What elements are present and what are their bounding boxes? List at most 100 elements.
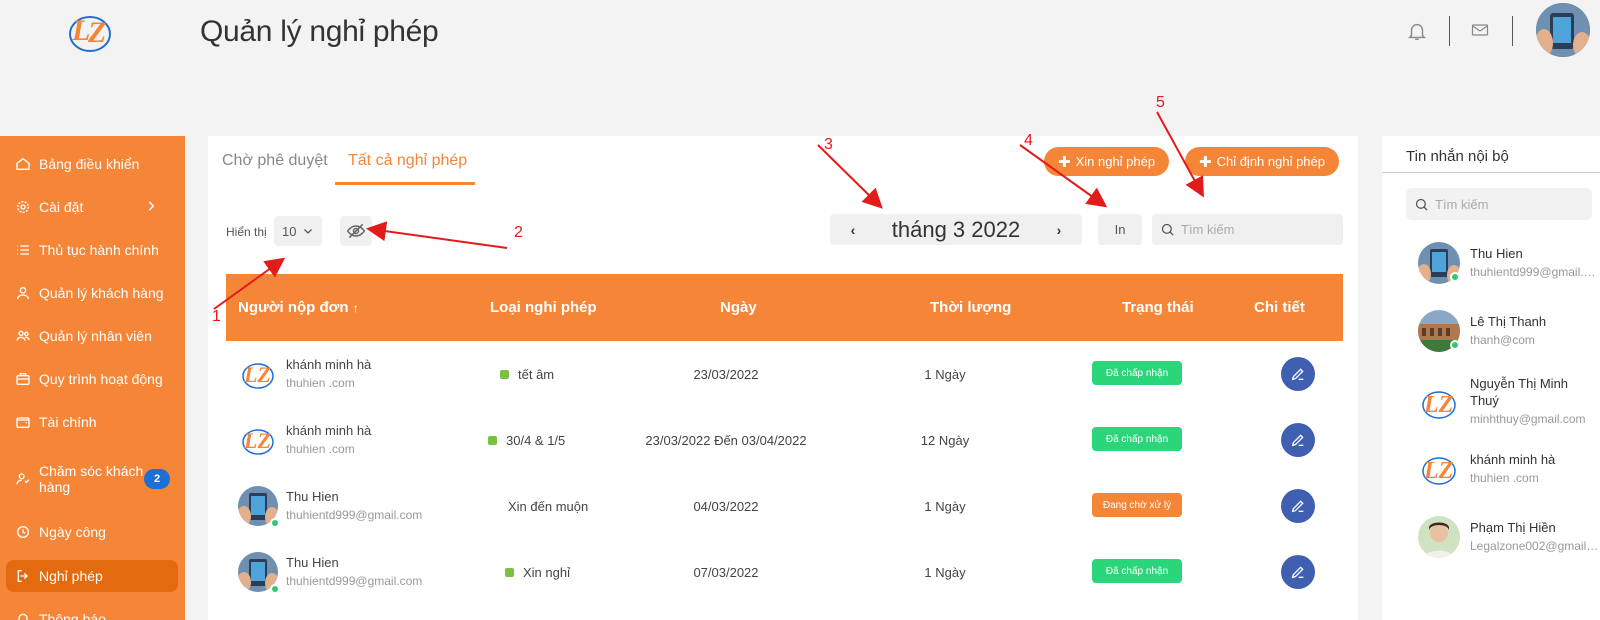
contact-name: Phạm Thị Hiền	[1470, 520, 1556, 535]
search-box	[1152, 214, 1343, 245]
contact-email: thanh@com	[1470, 333, 1535, 347]
leave-duration: 12 Ngày	[920, 433, 970, 448]
leave-duration: 1 Ngày	[924, 565, 966, 580]
pencil-icon	[1291, 566, 1304, 579]
contact-email: thuhien .com	[1470, 471, 1539, 485]
sidebar-item-label: Ngày công	[39, 524, 106, 540]
toggle-columns-button[interactable]	[340, 216, 372, 246]
leave-date: 07/03/2022	[693, 565, 759, 580]
sidebar-item-admin-procedures[interactable]: Thủ tục hành chính	[6, 234, 178, 266]
company-logo: L Z	[66, 8, 116, 56]
edit-button[interactable]	[1281, 357, 1315, 391]
wallet-icon	[16, 417, 30, 428]
chat-search-input[interactable]	[1435, 196, 1585, 212]
leave-type-dot	[488, 436, 497, 445]
tab-all-leave[interactable]: Tất cả nghỉ phép	[348, 152, 467, 170]
chat-contact[interactable]: Lê Thị Thanh thanh@com	[1418, 310, 1600, 370]
status-badge: Đang chờ xử lý	[1092, 493, 1182, 517]
sidebar-item-label: Bảng điều khiển	[39, 156, 140, 172]
print-button[interactable]: In	[1098, 214, 1142, 245]
next-month-button[interactable]: ›	[1044, 214, 1074, 245]
chat-contact[interactable]: LZ khánh minh hà thuhien .com	[1418, 448, 1600, 508]
svg-text:LZ: LZ	[1423, 458, 1454, 484]
svg-text:Z: Z	[87, 16, 106, 49]
chat-title: Tin nhắn nội bộ	[1406, 148, 1509, 165]
eye-off-icon	[346, 223, 366, 239]
pencil-icon	[1291, 434, 1304, 447]
chat-search-box	[1406, 188, 1592, 220]
pencil-icon	[1291, 368, 1304, 381]
status-badge: Đã chấp nhận	[1092, 427, 1182, 451]
edit-button[interactable]	[1281, 489, 1315, 523]
request-leave-button[interactable]: ✚ Xin nghỉ phép	[1044, 147, 1170, 176]
table-row: LZ khánh minh hà thuhien .com 30/4 & 1/5…	[226, 406, 1343, 473]
chevron-right-icon	[148, 201, 155, 211]
applicant-email: thuhientd999@gmail.com	[286, 574, 423, 588]
sidebar-item-label: Tài chính	[39, 414, 97, 430]
sidebar-item-workflow[interactable]: Quy trình hoạt động	[6, 363, 178, 395]
contact-email: thuhientd999@gmail.com	[1470, 265, 1600, 279]
chevron-down-icon	[304, 229, 312, 234]
svg-text:LZ: LZ	[1423, 392, 1454, 418]
assign-leave-button[interactable]: ✚ Chỉ định nghỉ phép	[1185, 147, 1339, 176]
sidebar-item-customer-care[interactable]: Chăm sóc khách hàng 2	[6, 458, 178, 500]
table-row: LZ khánh minh hà thuhien .com tết âm 23/…	[226, 340, 1343, 407]
pencil-icon	[1291, 500, 1304, 513]
contact-avatar: LZ	[1418, 382, 1460, 424]
leave-date: 04/03/2022	[693, 499, 759, 514]
chat-contact[interactable]: Phạm Thị Hiền Legalzone002@gmail.com	[1418, 516, 1600, 576]
column-header-leave-type: Loại nghỉ phép	[490, 299, 597, 316]
sidebar-item-workdays[interactable]: Ngày công	[6, 516, 178, 548]
sidebar-item-leave[interactable]: Nghỉ phép	[6, 560, 178, 592]
search-input[interactable]	[1181, 222, 1331, 237]
support-icon	[16, 473, 30, 485]
logout-icon	[17, 570, 28, 582]
sidebar-item-label: Thủ tục hành chính	[39, 242, 159, 258]
leave-type: Xin nghỉ	[505, 565, 570, 580]
plus-icon: ✚	[1058, 153, 1071, 171]
sidebar-item-finance[interactable]: Tài chính	[6, 406, 178, 438]
leave-date: 23/03/2022 Đến 03/04/2022	[645, 433, 807, 448]
user-avatar[interactable]	[1536, 3, 1590, 57]
column-header-status: Trạng thái	[1122, 299, 1194, 316]
chat-contact[interactable]: Thu Hien thuhientd999@gmail.com	[1418, 242, 1600, 302]
month-navigator: ‹ tháng 3 2022 ›	[830, 214, 1082, 245]
bell-icon	[18, 613, 28, 620]
clock-icon	[17, 526, 29, 538]
annotation-label: 4	[1024, 132, 1033, 149]
page-title: Quản lý nghỉ phép	[200, 15, 439, 48]
applicant-name: Thu Hien	[286, 489, 339, 504]
page-size-select[interactable]: 10	[274, 216, 322, 246]
page-size-label: Hiển thị	[226, 225, 267, 239]
bell-icon[interactable]	[1406, 20, 1428, 42]
sidebar-item-employees[interactable]: Quản lý nhân viên	[6, 320, 178, 352]
tab-pending-approval[interactable]: Chờ phê duyệt	[222, 152, 328, 170]
contact-avatar	[1418, 516, 1460, 558]
user-icon	[17, 287, 29, 300]
applicant-email: thuhien .com	[286, 442, 355, 456]
sidebar-item-dashboard[interactable]: Bảng điều khiển	[6, 148, 178, 180]
sidebar-item-label: Quản lý nhân viên	[39, 328, 152, 344]
sidebar-item-label: Chăm sóc khách hàng	[39, 463, 144, 495]
applicant-email: thuhientd999@gmail.com	[286, 508, 423, 522]
plus-icon: ✚	[1199, 153, 1212, 171]
leave-type: tết âm	[500, 367, 554, 382]
leave-duration: 1 Ngày	[924, 367, 966, 382]
contact-name: Lê Thị Thanh	[1470, 314, 1547, 329]
mail-icon[interactable]	[1470, 20, 1492, 42]
sidebar-item-label: Thông báo	[39, 611, 106, 620]
sidebar-item-customers[interactable]: Quản lý khách hàng	[6, 277, 178, 309]
edit-button[interactable]	[1281, 423, 1315, 457]
leave-type: 30/4 & 1/5	[488, 433, 565, 448]
svg-text:LZ: LZ	[243, 362, 271, 387]
online-indicator	[270, 584, 280, 594]
column-header-duration: Thời lượng	[930, 299, 1012, 316]
contact-name: Thu Hien	[1470, 246, 1523, 261]
edit-button[interactable]	[1281, 555, 1315, 589]
sidebar-item-settings[interactable]: Cài đặt	[6, 191, 178, 223]
sidebar-item-notifications[interactable]: Thông báo	[6, 603, 178, 620]
chat-contact[interactable]: LZ Nguyễn Thị Minh Thuý minhthuy@gmail.c…	[1418, 376, 1600, 432]
column-header-applicant[interactable]: Người nộp đơn ↑	[238, 299, 359, 316]
contact-name: Nguyễn Thị Minh Thuý	[1470, 376, 1569, 408]
annotation-label: 1	[212, 308, 221, 325]
